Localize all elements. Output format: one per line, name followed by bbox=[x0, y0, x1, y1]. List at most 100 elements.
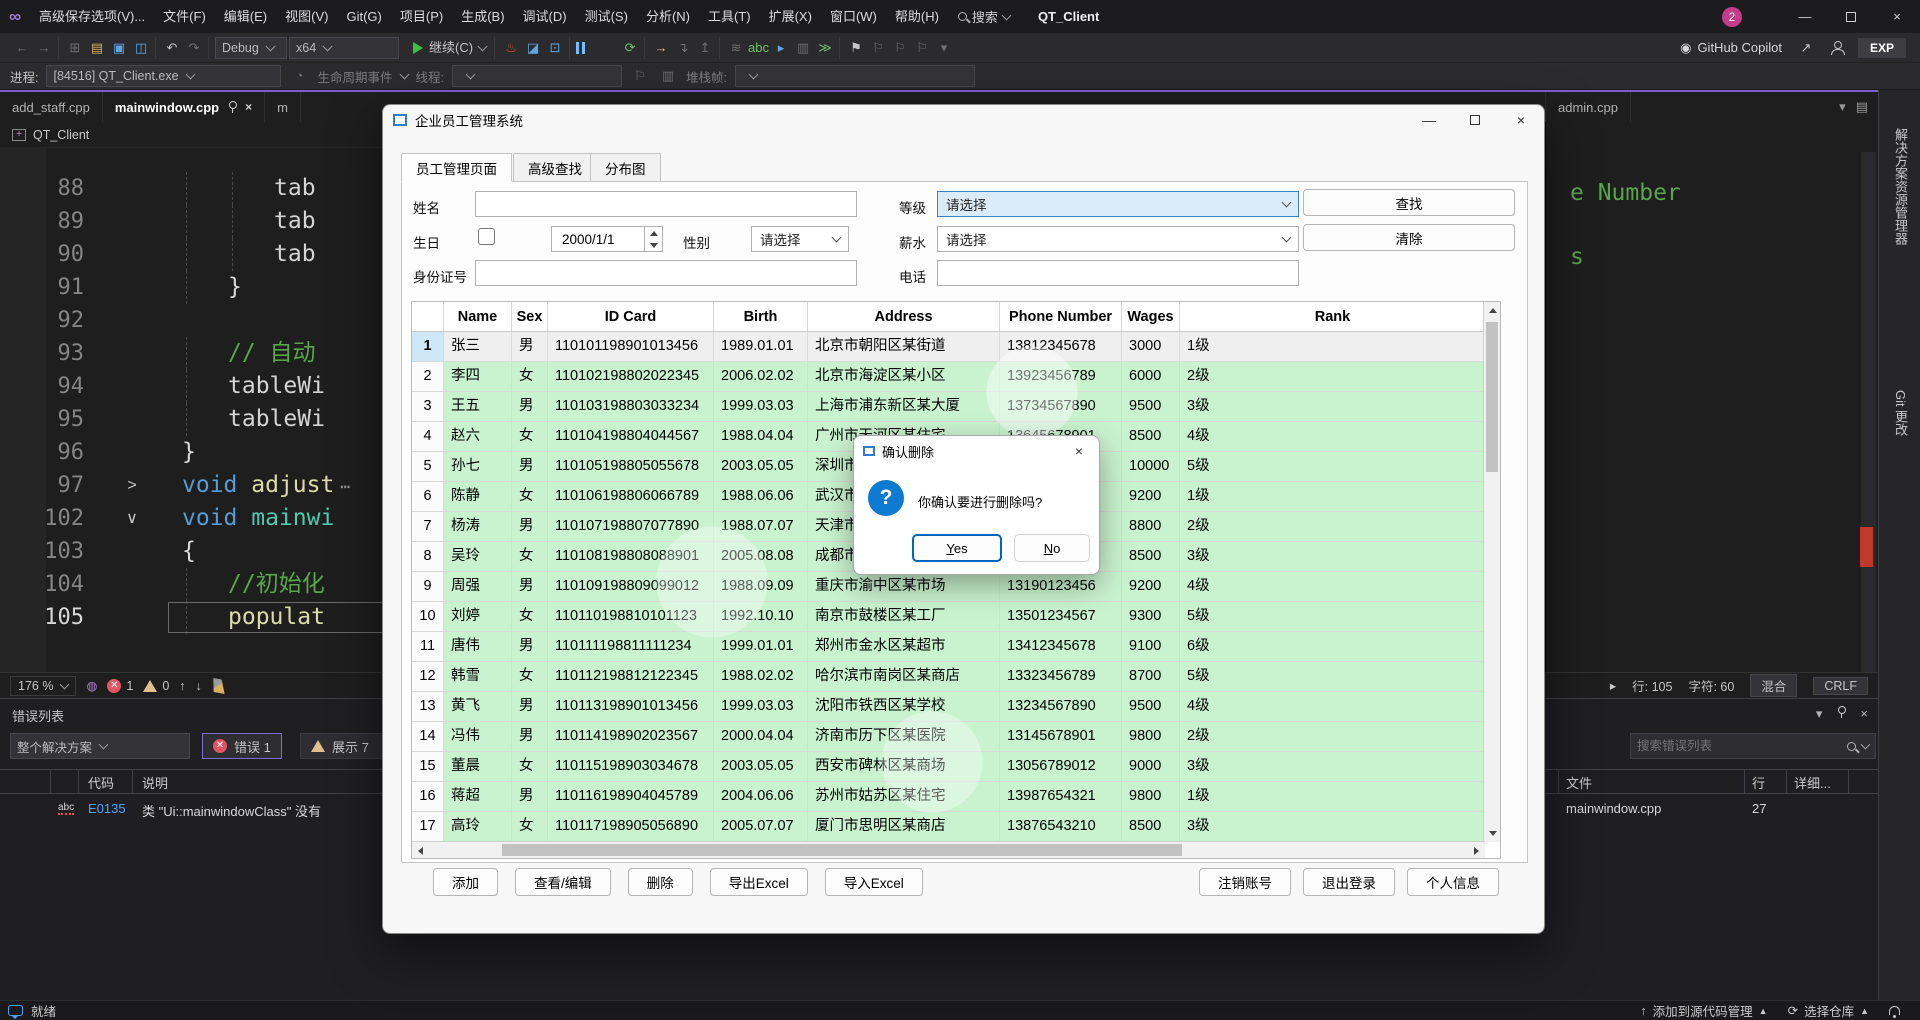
diff-icon[interactable]: ≋ bbox=[726, 38, 746, 58]
column-header[interactable]: Sex bbox=[512, 302, 548, 331]
column-header[interactable]: Wages bbox=[1122, 302, 1180, 331]
scroll-right-icon[interactable] bbox=[1468, 842, 1485, 859]
undo-icon[interactable]: ↶ bbox=[162, 38, 182, 58]
open-file-icon[interactable]: ▤ bbox=[87, 38, 107, 58]
thread-dropdown[interactable] bbox=[451, 65, 622, 87]
table-row[interactable]: 14 冯伟 男 110114198902023567 2000.04.04 济南… bbox=[412, 722, 1500, 752]
column-header[interactable]: Address bbox=[808, 302, 1000, 331]
spell-check-icon[interactable]: abc bbox=[748, 38, 769, 58]
stack-frame-dropdown[interactable] bbox=[734, 65, 975, 87]
close-tab-icon[interactable]: × bbox=[245, 100, 252, 114]
column-detail[interactable]: 详细... bbox=[1794, 773, 1831, 792]
column-header[interactable] bbox=[412, 302, 444, 331]
birthday-date-spinner[interactable]: 2000/1/1 bbox=[551, 226, 663, 252]
tab-add-staff-cpp[interactable]: add_staff.cpp bbox=[0, 92, 103, 122]
spin-up-icon[interactable] bbox=[645, 227, 662, 239]
error-scope-dropdown[interactable]: 整个解决方案 bbox=[10, 733, 190, 759]
id-card-input[interactable] bbox=[475, 260, 857, 286]
new-project-icon[interactable]: ⊞ bbox=[65, 38, 85, 58]
window-layout-icon[interactable]: ⊡ bbox=[545, 38, 565, 58]
platform-dropdown[interactable]: x64 bbox=[289, 36, 399, 59]
sex-dropdown[interactable]: 请选择 bbox=[751, 226, 849, 252]
search-button[interactable]: 查找 bbox=[1303, 189, 1515, 216]
editor-scrollbar[interactable] bbox=[1860, 152, 1876, 672]
github-copilot-button[interactable]: ◉ GitHub Copilot bbox=[1680, 40, 1782, 56]
table-row[interactable]: 10 刘婷 女 110110198810101123 1992.10.10 南京… bbox=[412, 602, 1500, 632]
table-vertical-scrollbar[interactable] bbox=[1483, 302, 1500, 842]
errors-filter-button[interactable]: ✕ 错误 1 bbox=[202, 733, 282, 759]
app-minimize-button[interactable]: — bbox=[1406, 105, 1452, 135]
action-button[interactable]: 导入Excel bbox=[824, 868, 923, 896]
show-next-statement-icon[interactable]: → bbox=[651, 38, 671, 58]
tab-employee-management[interactable]: 员工管理页面 bbox=[401, 153, 512, 182]
tab-mainwindow-cpp[interactable]: mainwindow.cpp × bbox=[102, 92, 266, 122]
panel-menu-icon[interactable]: ▾ bbox=[1816, 706, 1823, 722]
minimize-button[interactable]: — bbox=[1782, 0, 1828, 33]
account-button[interactable]: 个人信息 bbox=[1407, 868, 1499, 896]
fold-toggle-icon[interactable]: ∨ bbox=[110, 502, 154, 535]
interactive-cursor-icon[interactable]: ▸ bbox=[771, 38, 791, 58]
add-to-source-control-button[interactable]: ↑ 添加到源代码管理 ▲ bbox=[1640, 1001, 1767, 1020]
table-horizontal-scrollbar[interactable] bbox=[412, 841, 1485, 858]
phone-input[interactable] bbox=[937, 260, 1299, 286]
navigate-forward-icon[interactable]: → bbox=[34, 38, 54, 58]
error-count[interactable]: ✕ 1 bbox=[107, 678, 133, 693]
account-exp-button[interactable]: EXP bbox=[1857, 37, 1906, 58]
action-button[interactable]: 添加 bbox=[433, 868, 498, 896]
code-cleanup-icon[interactable] bbox=[211, 677, 227, 693]
zoom-dropdown[interactable]: 176 % bbox=[10, 675, 77, 696]
pin-icon[interactable] bbox=[227, 101, 238, 113]
navigate-back-icon[interactable]: ← bbox=[12, 38, 32, 58]
restart-button[interactable]: ⟳ bbox=[620, 38, 640, 58]
hot-reload-icon[interactable]: ♨ bbox=[501, 38, 521, 58]
next-issue-icon[interactable]: ↓ bbox=[196, 679, 202, 693]
save-all-icon[interactable]: ◫ bbox=[131, 38, 151, 58]
menu-item[interactable]: 生成(B) bbox=[452, 0, 513, 33]
flag-thread-icon[interactable]: ⚐ bbox=[630, 66, 650, 86]
table-row[interactable]: 13 黄飞 男 110113198901013456 1999.03.03 沈阳… bbox=[412, 692, 1500, 722]
menu-item[interactable]: 文件(F) bbox=[154, 0, 215, 33]
pause-button[interactable] bbox=[576, 41, 596, 54]
fold-toggle-icon[interactable]: > bbox=[110, 469, 154, 502]
share-icon[interactable]: ↗ bbox=[1796, 38, 1816, 58]
no-button[interactable]: No bbox=[1014, 534, 1090, 562]
solution-config-dropdown[interactable]: Debug bbox=[215, 36, 287, 59]
show-threads-icon[interactable]: ▥ bbox=[658, 66, 678, 86]
notification-badge[interactable]: 2 bbox=[1722, 6, 1742, 27]
title-search[interactable]: 搜索 bbox=[948, 7, 1020, 26]
feedback-chat-icon[interactable] bbox=[8, 1005, 23, 1019]
prev-bookmark-icon[interactable]: ⚐ bbox=[868, 38, 888, 58]
table-row[interactable]: 9 周强 男 110109198809099012 1988.09.09 重庆市… bbox=[412, 572, 1500, 602]
lifecycle-events-icon[interactable]: ◔ bbox=[289, 66, 309, 86]
warning-count[interactable]: 0 bbox=[143, 679, 169, 693]
save-icon[interactable]: ▣ bbox=[109, 38, 129, 58]
sidebar-item-solution-explorer[interactable]: 解决方案资源管理器 bbox=[1891, 128, 1910, 245]
scroll-down-icon[interactable] bbox=[1484, 825, 1501, 842]
table-row[interactable]: 16 蒋超 男 110116198904045789 2004.06.06 苏州… bbox=[412, 782, 1500, 812]
step-out-icon[interactable]: ↥ bbox=[695, 38, 715, 58]
scrollbar-thumb[interactable] bbox=[502, 844, 1182, 856]
pin-panel-icon[interactable] bbox=[1836, 706, 1847, 718]
spin-down-icon[interactable] bbox=[645, 239, 662, 251]
action-button[interactable]: 查看/编辑 bbox=[515, 868, 611, 896]
tab-admin-cpp[interactable]: admin.cpp bbox=[1546, 92, 1631, 122]
next-bookmark-icon[interactable]: ⚐ bbox=[890, 38, 910, 58]
tab-advanced-search[interactable]: 高级查找 bbox=[513, 153, 597, 182]
table-row[interactable]: 1 张三 男 110101198901013456 1989.01.01 北京市… bbox=[412, 332, 1500, 362]
column-line[interactable]: 行 bbox=[1752, 773, 1765, 792]
yes-button[interactable]: Yes bbox=[912, 534, 1002, 562]
continue-button[interactable]: 继续(C) bbox=[409, 38, 490, 58]
document-list-icon[interactable]: ▾ bbox=[1839, 99, 1846, 115]
lifecycle-label[interactable]: 生命周期事件 bbox=[317, 67, 392, 86]
scroll-left-icon[interactable] bbox=[412, 842, 429, 859]
step-over-icon[interactable]: ↴ bbox=[673, 38, 693, 58]
line-ending-button[interactable]: CRLF bbox=[1813, 676, 1868, 695]
menu-item[interactable]: 工具(T) bbox=[699, 0, 760, 33]
close-panel-icon[interactable]: × bbox=[1860, 706, 1868, 722]
app-title-bar[interactable]: 企业员工管理系统 bbox=[383, 105, 1544, 135]
app-close-button[interactable]: × bbox=[1498, 105, 1544, 135]
redo-icon[interactable]: ↷ bbox=[184, 38, 204, 58]
table-row[interactable]: 17 高玲 女 110117198905056890 2005.07.07 厦门… bbox=[412, 812, 1500, 842]
close-button[interactable]: × bbox=[1874, 0, 1920, 33]
column-code[interactable]: 代码 bbox=[88, 773, 114, 792]
